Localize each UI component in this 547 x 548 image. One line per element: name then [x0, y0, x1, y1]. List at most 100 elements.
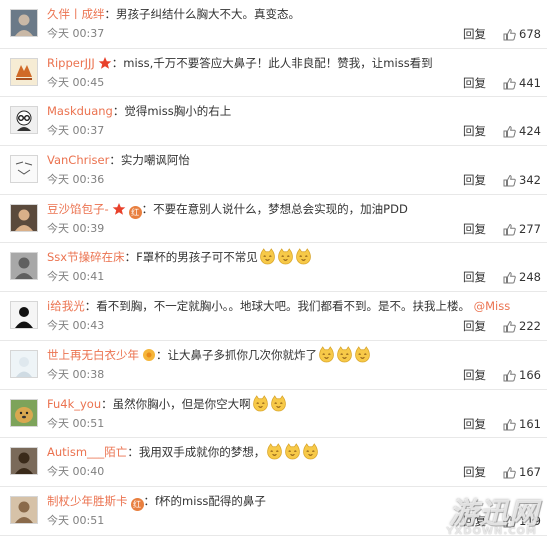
smiley-emoji-icon — [355, 346, 370, 363]
smiley-emoji-icon — [319, 346, 334, 363]
like-button[interactable]: 161 — [503, 416, 541, 432]
like-count: 119 — [519, 513, 541, 528]
avatar-logo-icon[interactable] — [10, 57, 38, 86]
comment-text: f杯的miss配得的鼻子 — [155, 493, 266, 508]
username-link[interactable]: 制杖少年胜斯卡 — [47, 494, 128, 508]
like-button[interactable]: 342 — [503, 172, 541, 188]
reply-button[interactable]: 回复 — [463, 368, 486, 382]
reply-button[interactable]: 回复 — [463, 417, 486, 431]
username-link[interactable]: 久伴丨成绊 — [47, 7, 105, 21]
comment-content: 制杖少年胜斯卡红：f杯的miss配得的鼻子 — [47, 492, 537, 511]
colon-separator: ： — [156, 347, 168, 362]
thumbs-up-icon — [503, 28, 516, 41]
avatar-dark-icon[interactable] — [10, 301, 38, 330]
avatar-light-icon[interactable] — [10, 349, 38, 378]
like-button[interactable]: 424 — [503, 123, 541, 139]
thumbs-up-icon — [503, 321, 516, 333]
reply-button[interactable]: 回复 — [463, 319, 486, 333]
mention-link[interactable]: @Miss — [474, 299, 511, 313]
like-button[interactable]: 441 — [503, 75, 541, 91]
avatar-sketch-icon[interactable] — [10, 155, 38, 184]
comment-timestamp: 今天 00:51 — [47, 416, 105, 430]
comment-timestamp: 今天 00:40 — [47, 465, 105, 479]
smiley-emoji-icon — [259, 248, 275, 265]
like-button[interactable]: 166 — [503, 367, 541, 383]
comment-item: i给我光：看不到胸，不一定就胸小。。地球大吧。我们都看不到。是不。扶我上楼。 @… — [0, 292, 547, 341]
comment-timestamp: 今天 00:45 — [47, 75, 105, 89]
comment-item: Ssx节操碎在床：F罩杯的男孩子可不常见 今天 00:41 回复 248 — [0, 243, 547, 293]
thumbs-up-icon — [503, 369, 516, 382]
comment-text: 让大鼻子多抓你几次你就炸了 — [167, 347, 318, 362]
username-link[interactable]: RipperJJJ — [47, 56, 95, 70]
comment-content: Fu4k_you：虽然你胸小，但是你空大啊 — [47, 394, 537, 413]
comment-item: VanChriser：实力嘲讽阿怡 今天 00:36 回复 342 — [0, 146, 547, 195]
comment-content: Autism___陌亡：我用双手成就你的梦想， — [47, 443, 537, 461]
like-count: 161 — [519, 416, 541, 431]
reply-button[interactable]: 回复 — [463, 270, 486, 284]
like-button[interactable]: 119 — [503, 513, 541, 529]
comment-timestamp: 今天 00:37 — [47, 124, 105, 138]
avatar-photo-icon[interactable] — [10, 9, 38, 37]
reply-button[interactable]: 回复 — [463, 27, 486, 41]
comment-timestamp: 今天 00:39 — [47, 221, 105, 235]
thumbs-up-icon — [503, 467, 516, 479]
comment-timestamp: 今天 00:43 — [47, 319, 105, 333]
star-badge-icon — [112, 202, 125, 215]
avatar-photo-icon[interactable] — [10, 495, 38, 524]
like-button[interactable]: 167 — [503, 464, 541, 480]
comment-content: 久伴丨成绊：男孩子纠结什么胸大不大。真变态。 — [47, 5, 537, 23]
colon-separator: ： — [104, 7, 117, 21]
avatar-glasses-icon[interactable] — [10, 106, 38, 135]
comment-timestamp: 今天 00:51 — [47, 513, 105, 527]
like-button[interactable]: 248 — [503, 269, 541, 285]
colon-separator: ： — [101, 396, 113, 411]
colon-separator: ： — [109, 153, 121, 168]
reply-button[interactable]: 回复 — [463, 222, 486, 236]
avatar-photo-icon[interactable] — [10, 252, 38, 281]
comment-text: 看不到胸，不一定就胸小。。地球大吧。我们都看不到。是不。扶我上楼。 — [96, 299, 470, 314]
thumbs-up-icon — [503, 126, 516, 138]
comment-text: 觉得miss胸小的右上 — [124, 104, 232, 119]
reply-button[interactable]: 回复 — [463, 173, 486, 187]
level-badge: 红 — [130, 497, 144, 511]
username-link[interactable]: 豆沙馅包子- — [47, 202, 109, 216]
comment-timestamp: 今天 00:37 — [47, 27, 105, 40]
username-link[interactable]: Autism___陌亡 — [47, 445, 127, 459]
username-link[interactable]: Maskduang — [47, 104, 113, 118]
like-count: 222 — [519, 319, 541, 334]
like-count: 424 — [519, 124, 541, 139]
like-count: 342 — [519, 173, 541, 188]
username-link[interactable]: VanChriser — [47, 153, 109, 167]
comment-item: Maskduang：觉得miss胸小的右上 今天 00:37 回复 424 — [0, 97, 547, 147]
comment-item: 世上再无白衣少年 ：让大鼻子多抓你几次你就炸了 今天 00:38 回复 166 — [0, 341, 547, 390]
avatar-dog-icon[interactable] — [10, 398, 38, 427]
username-link[interactable]: Fu4k_you — [47, 397, 101, 411]
like-button[interactable]: 222 — [503, 318, 541, 334]
username-link[interactable]: 世上再无白衣少年 — [47, 348, 139, 362]
thumbs-up-icon — [503, 77, 516, 90]
reply-button[interactable]: 回复 — [463, 124, 486, 138]
smiley-emoji-icon — [285, 443, 301, 460]
comment-text: 男孩子纠结什么胸大不大。真变态。 — [116, 7, 300, 21]
avatar-photo-icon[interactable] — [10, 203, 38, 232]
thumbs-up-icon — [503, 515, 516, 528]
comment-text: 虽然你胸小，但是你空大啊 — [112, 396, 251, 411]
comment-text: F罩杯的男孩子可不常见 — [136, 250, 258, 265]
comment-text: 我用双手成就你的梦想， — [138, 445, 266, 460]
reply-button[interactable]: 回复 — [463, 76, 486, 90]
reply-button[interactable]: 回复 — [463, 514, 486, 528]
colon-separator: ： — [141, 201, 154, 216]
avatar-photo-icon[interactable] — [10, 447, 38, 476]
smiley-emoji-icon — [337, 346, 352, 363]
username-link[interactable]: i给我光 — [47, 299, 85, 313]
comment-content: Ssx节操碎在床：F罩杯的男孩子可不常见 — [47, 248, 537, 266]
like-button[interactable]: 678 — [503, 26, 541, 42]
smiley-emoji-icon — [252, 394, 268, 411]
reply-button[interactable]: 回复 — [463, 465, 486, 479]
colon-separator: ： — [124, 250, 137, 265]
username-link[interactable]: Ssx节操碎在床 — [47, 250, 125, 264]
like-button[interactable]: 277 — [503, 221, 541, 237]
smiley-emoji-icon — [295, 248, 311, 265]
colon-separator: ： — [143, 493, 156, 508]
like-count: 277 — [519, 221, 541, 236]
